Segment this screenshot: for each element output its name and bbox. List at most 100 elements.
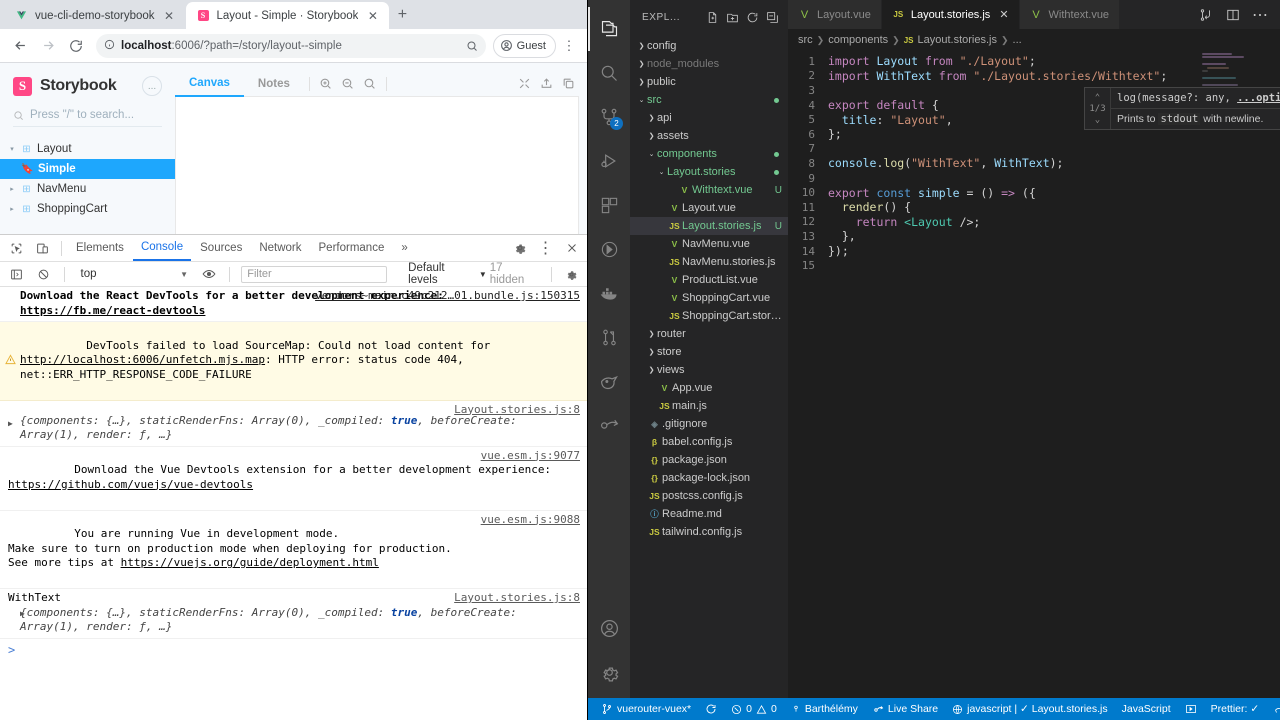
- docker-icon[interactable]: [588, 271, 630, 315]
- console-message-link[interactable]: https://vuejs.org/guide/deployment.html: [121, 556, 379, 569]
- browser-tab-0[interactable]: vue-cli-demo-storybook ✕: [4, 2, 186, 29]
- chevron-right-icon[interactable]: ❯: [636, 78, 647, 86]
- sidebar-item-navmenu[interactable]: ▸ ⊞ NavMenu: [0, 179, 175, 199]
- code-editor[interactable]: 1 import Layout from "./Layout"; 2 import W…: [788, 51, 1280, 698]
- file-tree-item[interactable]: JS postcss.config.js: [630, 487, 788, 505]
- inspect-element-icon[interactable]: [4, 236, 29, 260]
- zoom-reset-icon[interactable]: [359, 73, 381, 95]
- account-icon[interactable]: [588, 606, 630, 650]
- chevron-down-icon[interactable]: ▾: [8, 145, 16, 153]
- console-message-source[interactable]: Layout.stories.js:8: [454, 403, 580, 418]
- fullscreen-icon[interactable]: [513, 73, 535, 95]
- tab-performance[interactable]: Performance: [311, 235, 393, 261]
- new-folder-icon[interactable]: [722, 7, 742, 29]
- more-tabs-icon[interactable]: »: [393, 235, 415, 261]
- live-share-status[interactable]: Live Share: [865, 698, 945, 720]
- tab-sources[interactable]: Sources: [192, 235, 250, 261]
- file-tree-item[interactable]: ⓘ Readme.md: [630, 505, 788, 523]
- page-info-icon[interactable]: [104, 37, 115, 55]
- code-line[interactable]: 10 export const simple = () => ({: [788, 185, 1280, 200]
- file-tree-item[interactable]: V App.vue: [630, 379, 788, 397]
- refresh-icon[interactable]: [742, 7, 762, 29]
- search-icon[interactable]: [588, 51, 630, 95]
- file-tree-item[interactable]: JS NavMenu.stories.js: [630, 253, 788, 271]
- sync-status[interactable]: [698, 698, 724, 720]
- run-and-debug-icon[interactable]: [588, 139, 630, 183]
- file-tree-item[interactable]: V ProductList.vue: [630, 271, 788, 289]
- file-tree-item[interactable]: ❯ router: [630, 325, 788, 343]
- chevron-right-icon[interactable]: ▸: [8, 185, 16, 193]
- editor-tab-withtext-vue[interactable]: V Withtext.vue: [1019, 0, 1121, 29]
- file-tree-item[interactable]: JSShoppingCart.stories.js: [630, 307, 788, 325]
- file-tree-item[interactable]: ❯ node_modules: [630, 55, 788, 73]
- file-tree-item[interactable]: ❯ views: [630, 361, 788, 379]
- console-message-react-devtools[interactable]: vendors~main.c49c212…01.bundle.js:150315…: [0, 287, 587, 322]
- pull-request-icon[interactable]: [588, 315, 630, 359]
- console-prompt[interactable]: >: [0, 639, 587, 657]
- sidebar-item-shoppingcart[interactable]: ▸ ⊞ ShoppingCart: [0, 199, 175, 219]
- console-filter-input[interactable]: Filter: [241, 265, 388, 283]
- user-status[interactable]: Barthélémy: [784, 698, 865, 720]
- chevron-right-icon[interactable]: ▸: [8, 205, 16, 213]
- zoom-in-icon[interactable]: [315, 73, 337, 95]
- file-tree-item[interactable]: β babel.config.js: [630, 433, 788, 451]
- chevron-right-icon[interactable]: ❯: [646, 132, 657, 140]
- console-message-vue-dev-mode[interactable]: vue.esm.js:9088 You are running Vue in de…: [0, 511, 587, 589]
- close-icon[interactable]: ✕: [999, 8, 1008, 21]
- copy-icon[interactable]: [557, 73, 579, 95]
- clear-console-icon[interactable]: [31, 262, 55, 286]
- tab-notes[interactable]: Notes: [244, 71, 304, 97]
- split-layout-icon[interactable]: [1221, 3, 1245, 27]
- file-tree-item[interactable]: V NavMenu.vue: [630, 235, 788, 253]
- testing-icon[interactable]: [588, 227, 630, 271]
- console-message-source[interactable]: vendors~main.c49c212…01.bundle.js:150315: [315, 289, 580, 304]
- console-message-source[interactable]: Layout.stories.js:8: [454, 591, 580, 606]
- sidebar-item-simple[interactable]: 🔖 Simple: [0, 159, 175, 179]
- language-server-status[interactable]: javascript | ✓ Layout.stories.js: [945, 698, 1115, 720]
- remote-explorer-icon[interactable]: [588, 359, 630, 403]
- console-levels-dropdown[interactable]: Default levels ▼: [408, 262, 487, 286]
- file-tree[interactable]: ❯ config ❯ node_modules ❯ public ⌄ src ❯ api ❯ asse…: [630, 35, 788, 698]
- close-icon[interactable]: ✕: [162, 8, 177, 23]
- search-in-page-icon[interactable]: [466, 40, 478, 52]
- storybook-canvas-iframe[interactable]: [175, 97, 579, 238]
- extensions-icon[interactable]: [588, 183, 630, 227]
- file-tree-item[interactable]: ◈ .gitignore: [630, 415, 788, 433]
- console-message-layout-object[interactable]: Layout.stories.js:8 ▶ {components: {…}, …: [0, 401, 587, 447]
- file-tree-item[interactable]: ❯ public: [630, 73, 788, 91]
- console-message-vue-devtools[interactable]: vue.esm.js:9077 Download the Vue Devtools…: [0, 447, 587, 511]
- code-line[interactable]: 7: [788, 142, 1280, 157]
- breadcrumb-item-src[interactable]: src: [798, 34, 813, 46]
- chevron-right-icon[interactable]: ❯: [636, 60, 647, 68]
- chevron-down-icon[interactable]: ⌄: [1095, 115, 1100, 125]
- file-tree-item[interactable]: V Layout.vue: [630, 199, 788, 217]
- code-line[interactable]: 11 render() {: [788, 200, 1280, 215]
- file-tree-item[interactable]: ❯ assets: [630, 127, 788, 145]
- screencast-status[interactable]: [1178, 698, 1204, 720]
- file-tree-item[interactable]: ❯ store: [630, 343, 788, 361]
- code-line[interactable]: 15: [788, 258, 1280, 273]
- file-tree-item[interactable]: JS Layout.stories.js U: [630, 217, 788, 235]
- chevron-up-icon[interactable]: ⌃: [1095, 93, 1100, 103]
- tab-elements[interactable]: Elements: [68, 235, 132, 261]
- file-tree-item[interactable]: V Withtext.vue U: [630, 181, 788, 199]
- browser-menu-icon[interactable]: ⋮: [558, 35, 580, 57]
- chevron-right-icon[interactable]: ❯: [646, 114, 657, 122]
- console-context-selector[interactable]: top ▼: [73, 268, 195, 280]
- console-message-link[interactable]: https://github.com/vuejs/vue-devtools: [8, 478, 253, 491]
- tab-console[interactable]: Console: [132, 235, 192, 261]
- chevron-down-icon[interactable]: ⌄: [636, 96, 647, 104]
- console-message-list[interactable]: vendors~main.c49c212…01.bundle.js:150315…: [0, 287, 587, 720]
- tab-canvas[interactable]: Canvas: [175, 71, 244, 97]
- console-sidebar-icon[interactable]: [4, 262, 28, 286]
- chevron-down-icon[interactable]: ⌄: [646, 150, 657, 158]
- problems-status[interactable]: 0 0: [724, 698, 784, 720]
- device-toolbar-icon[interactable]: [30, 236, 55, 260]
- code-line[interactable]: 13 },: [788, 229, 1280, 244]
- breadcrumb-item-file[interactable]: Layout.stories.js: [918, 34, 997, 46]
- share-icon[interactable]: [535, 73, 557, 95]
- chevron-right-icon[interactable]: ❯: [636, 42, 647, 50]
- collapse-all-icon[interactable]: [762, 7, 782, 29]
- file-tree-item[interactable]: V ShoppingCart.vue: [630, 289, 788, 307]
- split-editor-icon[interactable]: [1194, 3, 1218, 27]
